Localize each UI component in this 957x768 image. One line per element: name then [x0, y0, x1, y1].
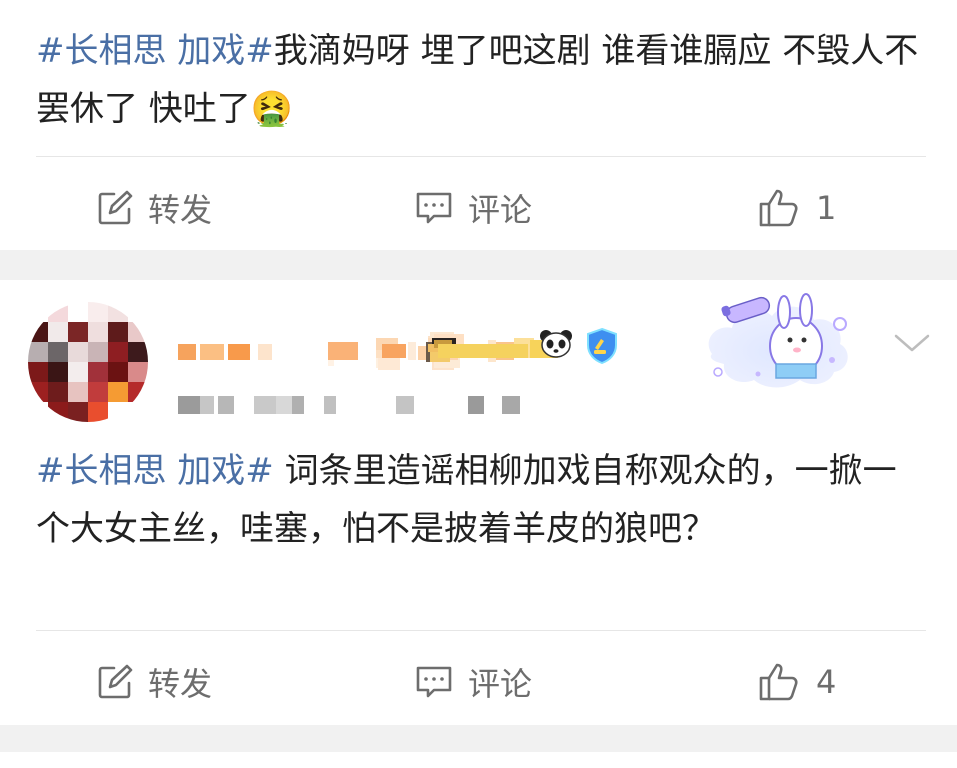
panda-icon: [540, 330, 572, 358]
repost-button[interactable]: 转发: [96, 652, 212, 712]
action-bar: 转发 评论 4: [0, 652, 957, 712]
post-meta-redacted: [178, 394, 528, 416]
comment-button[interactable]: 评论: [414, 652, 532, 712]
vomit-emoji-icon: 🤮: [250, 89, 294, 129]
comment-bubble-icon: [416, 666, 452, 698]
hashtag-link[interactable]: #长相思 加戏#: [36, 31, 274, 71]
like-count: 1: [816, 189, 837, 227]
thumbs-up-icon: [759, 663, 798, 701]
repost-label: 转发: [148, 191, 213, 229]
comment-button[interactable]: 评论: [414, 178, 532, 238]
divider: [36, 156, 926, 157]
edit-square-icon: [98, 664, 133, 699]
post-body: #长相思 加戏# 词条里造谣相柳加戏自称观众的，一掀一个大女主丝，哇塞，怕不是披…: [36, 442, 926, 558]
post-card: #长相思 加戏#我滴妈呀 埋了吧这剧 谁看谁膈应 不毁人不罢休了 快吐了🤮 转发…: [0, 0, 957, 250]
bunny-sticker-icon: [708, 293, 848, 388]
hashtag-link[interactable]: #长相思 加戏#: [36, 451, 274, 491]
next-post-card: [0, 752, 957, 768]
chevron-down-icon[interactable]: [890, 328, 934, 358]
thumbs-up-icon: [759, 189, 798, 227]
comment-label: 评论: [468, 191, 533, 229]
divider: [36, 630, 926, 631]
repost-button[interactable]: 转发: [96, 178, 212, 238]
edit-square-icon: [98, 190, 133, 225]
username-redacted[interactable]: [178, 332, 588, 372]
post-card: #长相思 加戏# 词条里造谣相柳加戏自称观众的，一掀一个大女主丝，哇塞，怕不是披…: [0, 280, 957, 725]
repost-label: 转发: [148, 665, 213, 703]
post-body: #长相思 加戏#我滴妈呀 埋了吧这剧 谁看谁膈应 不毁人不罢休了 快吐了🤮: [36, 22, 926, 138]
comment-bubble-icon: [416, 192, 452, 224]
avatar[interactable]: [28, 302, 148, 422]
comment-label: 评论: [468, 665, 533, 703]
like-button[interactable]: 1: [758, 178, 836, 238]
action-bar: 转发 评论 1: [0, 178, 957, 238]
like-button[interactable]: 4: [758, 652, 836, 712]
verified-badge-icon: [587, 327, 617, 365]
like-count: 4: [816, 663, 837, 701]
